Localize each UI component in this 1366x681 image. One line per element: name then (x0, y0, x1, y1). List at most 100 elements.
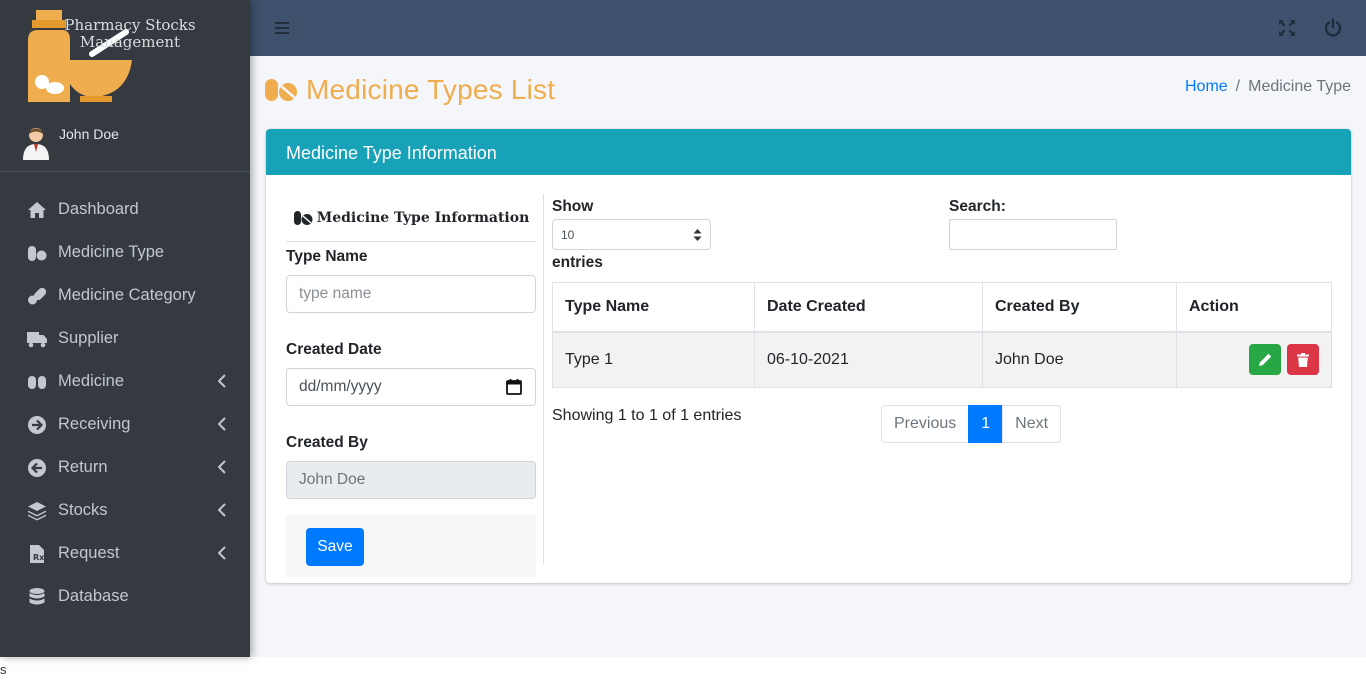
sidebar-item-label: Database (58, 587, 129, 605)
form-heading: Medicine Type Information (286, 194, 536, 242)
top-navbar (250, 0, 1366, 56)
database-icon (26, 587, 48, 607)
column-header-date-created[interactable]: Date Created (754, 282, 983, 333)
sidebar-item-label: Medicine Category (58, 286, 196, 304)
column-header-action: Action (1176, 282, 1332, 333)
sidebar-item-medicine-category[interactable]: Medicine Category (0, 274, 250, 317)
breadcrumb: Home / Medicine Type (1185, 78, 1351, 96)
sidebar-item-stocks[interactable]: Stocks (0, 489, 250, 532)
sidebar-item-medicine[interactable]: Medicine (0, 360, 250, 403)
capsules-icon (26, 286, 48, 306)
medicine-type-card: Medicine Type Information Medicine Type … (266, 129, 1351, 583)
sidebar: Pharmacy Stocks Management John Doe Dash… (0, 0, 250, 657)
sidebar-item-receiving[interactable]: Receiving (0, 403, 250, 446)
table-header-row: Type Name Date Created Created By Action (552, 282, 1332, 333)
save-button[interactable]: Save (306, 528, 364, 566)
sidebar-nav: Dashboard Medicine Type Medicine Categor… (0, 188, 250, 618)
page-title: Medicine Types List (306, 74, 556, 105)
column-divider (543, 194, 544, 564)
cell-date-created: 06-10-2021 (754, 331, 983, 388)
created-by-field: John Doe (286, 461, 536, 499)
brand-line-2: Management (79, 33, 181, 51)
sidebar-item-label: Dashboard (58, 200, 139, 218)
hamburger-menu-icon[interactable] (274, 19, 290, 37)
datatable-controls: Show 10 entries Search: (552, 194, 1332, 282)
arrow-circle-left-icon (26, 458, 48, 478)
type-name-input[interactable]: type name (286, 275, 536, 313)
pills-icon (265, 79, 297, 101)
brand-line-1: Pharmacy Stocks (64, 16, 196, 34)
form-footer: Save (286, 515, 536, 577)
svg-text:Rx: Rx (33, 553, 45, 562)
created-date-input[interactable]: dd/mm/yyyy (286, 368, 536, 406)
created-date-placeholder: dd/mm/yyyy (299, 378, 382, 395)
brand-text: Pharmacy Stocks Management (60, 17, 200, 51)
sidebar-item-dashboard[interactable]: Dashboard (0, 188, 250, 231)
sidebar-item-label: Medicine (58, 372, 125, 390)
sidebar-item-supplier[interactable]: Supplier (0, 317, 250, 360)
breadcrumb-current: Medicine Type (1248, 78, 1351, 95)
arrow-circle-right-icon (26, 415, 48, 435)
chevron-left-icon (217, 460, 226, 474)
sidebar-item-return[interactable]: Return (0, 446, 250, 489)
user-name[interactable]: John Doe (59, 126, 119, 142)
medicine-type-form: Medicine Type Information Type Name type… (286, 194, 536, 577)
prescription-file-icon: Rx (26, 544, 48, 564)
created-date-label: Created Date (286, 341, 382, 358)
medkit-icon (26, 372, 48, 392)
page-header: Medicine Types List (264, 74, 555, 106)
previous-page-button[interactable]: Previous (881, 405, 970, 443)
chevron-left-icon (217, 503, 226, 517)
power-icon[interactable] (1324, 18, 1342, 38)
sidebar-item-request[interactable]: Rx Request (0, 532, 250, 575)
show-label: Show (552, 198, 594, 215)
type-name-label: Type Name (286, 248, 368, 265)
breadcrumb-separator: / (1235, 78, 1241, 95)
cell-actions (1176, 331, 1332, 388)
calendar-icon[interactable] (505, 378, 523, 396)
pencil-icon (1258, 353, 1271, 366)
trash-icon (1297, 352, 1309, 367)
avatar[interactable] (22, 126, 50, 160)
sidebar-item-medicine-type[interactable]: Medicine Type (0, 231, 250, 274)
entries-label: entries (552, 254, 603, 271)
chevron-left-icon (217, 546, 226, 560)
fullscreen-icon[interactable] (1278, 19, 1296, 37)
search-label: Search: (949, 198, 1006, 215)
sidebar-item-label: Return (58, 458, 108, 476)
page-length-value: 10 (561, 227, 575, 242)
pills-icon (293, 210, 313, 225)
stray-text: s (0, 662, 7, 677)
select-arrows-icon (693, 228, 702, 241)
pagination: Previous 1 Next (881, 405, 1062, 443)
edit-button[interactable] (1248, 344, 1281, 376)
breadcrumb-home-link[interactable]: Home (1185, 78, 1228, 95)
home-icon (26, 200, 48, 220)
form-heading-text: Medicine Type Information (316, 209, 530, 226)
delete-button[interactable] (1287, 344, 1319, 376)
sidebar-item-label: Supplier (58, 329, 119, 347)
chevron-left-icon (217, 417, 226, 431)
cell-type-name: Type 1 (552, 331, 755, 388)
truck-icon (26, 329, 48, 349)
datatable-wrapper: Show 10 entries Search: Type Name Date C… (552, 194, 1332, 443)
cell-created-by: John Doe (982, 331, 1177, 388)
table-info: Showing 1 to 1 of 1 entries (552, 407, 742, 424)
brand-link[interactable]: Pharmacy Stocks Management (0, 0, 250, 112)
column-header-type-name[interactable]: Type Name (552, 282, 755, 333)
medicine-type-table: Type Name Date Created Created By Action… (552, 282, 1332, 388)
sidebar-item-database[interactable]: Database (0, 575, 250, 618)
search-input[interactable] (949, 219, 1117, 250)
page-1-button[interactable]: 1 (968, 405, 1004, 443)
sidebar-item-label: Medicine Type (58, 243, 165, 261)
chevron-left-icon (217, 374, 226, 388)
pills-icon (26, 243, 48, 263)
card-header: Medicine Type Information (266, 129, 1351, 175)
user-panel: John Doe (0, 118, 250, 172)
column-header-created-by[interactable]: Created By (982, 282, 1177, 333)
sidebar-item-label: Stocks (58, 501, 108, 519)
sidebar-item-label: Request (58, 544, 120, 562)
page-length-select[interactable]: 10 (552, 219, 711, 250)
table-row: Type 1 06-10-2021 John Doe (552, 331, 1332, 388)
next-page-button[interactable]: Next (1002, 405, 1062, 443)
